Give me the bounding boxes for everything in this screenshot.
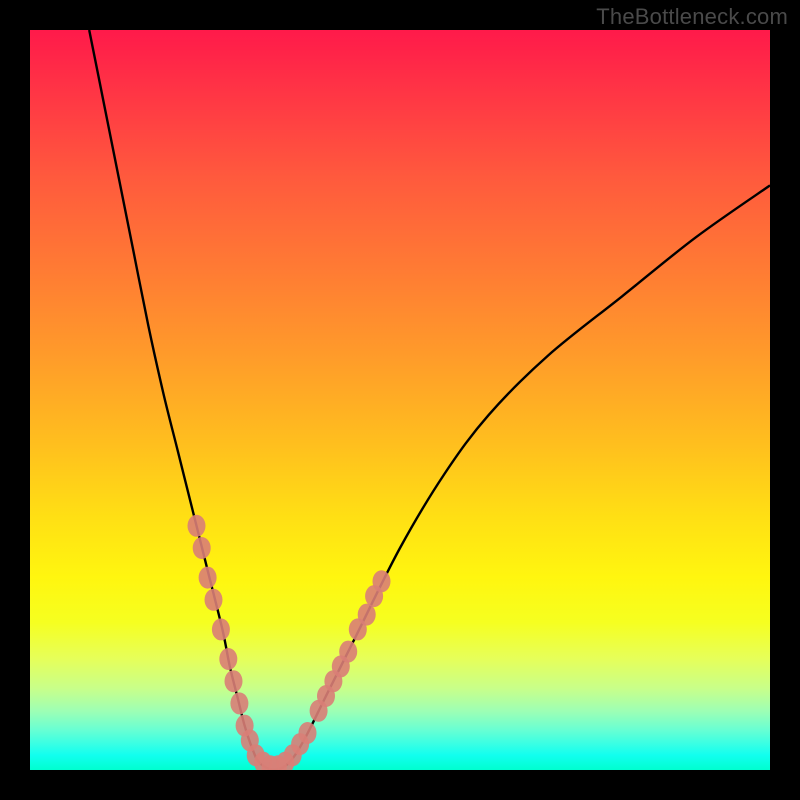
plot-area <box>30 30 770 770</box>
gradient-background <box>30 30 770 770</box>
watermark-text: TheBottleneck.com <box>596 4 788 30</box>
chart-frame: TheBottleneck.com <box>0 0 800 800</box>
